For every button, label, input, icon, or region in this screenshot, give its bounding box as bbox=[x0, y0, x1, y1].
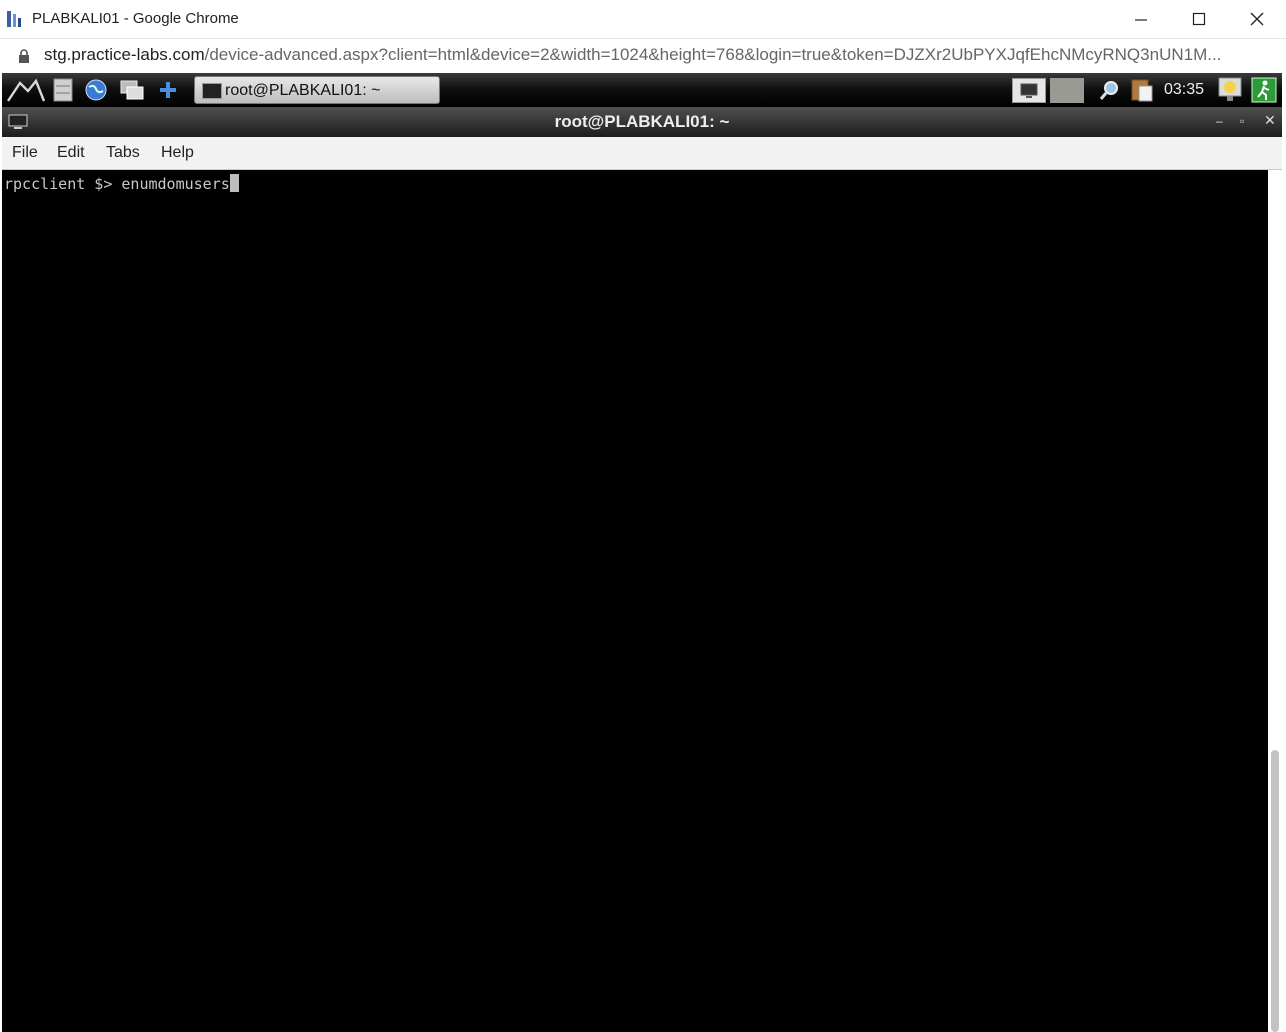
exit-icon bbox=[1251, 77, 1277, 103]
terminal-title-bar[interactable]: root@PLABKALI01: ~ – ▫ ✕ bbox=[2, 107, 1282, 137]
browser-title: PLABKALI01 - Google Chrome bbox=[32, 10, 239, 27]
terminal-menubar: File Edit Tabs Help bbox=[2, 137, 1282, 170]
terminal-input-line[interactable]: rpcclient $> enumdomusers bbox=[4, 174, 239, 193]
add-launcher[interactable] bbox=[154, 77, 182, 103]
terminal-prompt: rpcclient $> bbox=[4, 175, 122, 193]
lightbulb-icon bbox=[1218, 77, 1242, 101]
browser-title-bar: PLABKALI01 - Google Chrome bbox=[0, 0, 1286, 39]
remote-desktop[interactable]: root@PLABKALI01: ~ 03:35 root@PLABKALI01… bbox=[2, 73, 1282, 1032]
menu-file[interactable]: File bbox=[12, 144, 38, 162]
close-button[interactable] bbox=[1228, 0, 1286, 38]
kali-dragon-icon bbox=[7, 78, 46, 102]
plus-icon bbox=[160, 82, 176, 98]
magnifier-icon bbox=[1099, 81, 1118, 100]
menu-tabs[interactable]: Tabs bbox=[106, 144, 140, 162]
address-bar[interactable]: stg.practice-labs.com/device-advanced.as… bbox=[0, 39, 1286, 72]
url-path: /device-advanced.aspx?client=html&device… bbox=[204, 45, 1222, 64]
taskbar-terminal-button[interactable]: root@PLABKALI01: ~ bbox=[194, 76, 440, 104]
power-tray[interactable] bbox=[1216, 77, 1244, 103]
menu-launcher[interactable] bbox=[6, 77, 46, 103]
minimize-icon bbox=[1135, 19, 1147, 21]
url-text[interactable]: stg.practice-labs.com/device-advanced.as… bbox=[44, 45, 1221, 65]
close-icon bbox=[1250, 12, 1264, 26]
windows-stack-icon bbox=[120, 80, 144, 100]
terminal-command: enumdomusers bbox=[121, 175, 230, 193]
workspace-2[interactable] bbox=[1050, 78, 1084, 103]
terminal-maximize-icon[interactable]: ▫ bbox=[1240, 114, 1244, 128]
url-host: stg.practice-labs.com bbox=[44, 45, 205, 64]
menu-edit[interactable]: Edit bbox=[57, 144, 85, 162]
menu-help[interactable]: Help bbox=[161, 144, 194, 162]
file-cabinet-icon bbox=[53, 78, 73, 102]
terminal-close-icon[interactable]: ✕ bbox=[1264, 112, 1276, 129]
logout-button[interactable] bbox=[1250, 77, 1278, 103]
terminal-minimize-icon[interactable]: – bbox=[1216, 114, 1223, 128]
lock-icon bbox=[19, 49, 29, 63]
text-cursor bbox=[229, 174, 239, 192]
desktop-panel: root@PLABKALI01: ~ 03:35 bbox=[2, 73, 1282, 107]
app-icon bbox=[7, 11, 21, 27]
window-edge bbox=[1282, 73, 1286, 1032]
maximize-button[interactable] bbox=[1170, 0, 1228, 38]
workspace-1[interactable] bbox=[1012, 78, 1046, 103]
monitor-icon bbox=[1020, 83, 1038, 98]
maximize-icon bbox=[1192, 12, 1206, 26]
taskbar-terminal-label: root@PLABKALI01: ~ bbox=[225, 82, 381, 99]
clipboard-icon bbox=[1131, 79, 1153, 102]
network-tray[interactable] bbox=[1098, 77, 1122, 103]
terminal-console[interactable]: rpcclient $> enumdomusers bbox=[2, 170, 1268, 1032]
terminal-scrollbar[interactable] bbox=[1268, 170, 1282, 1032]
show-desktop-launcher[interactable] bbox=[118, 77, 146, 103]
terminal-icon bbox=[202, 83, 222, 99]
terminal-title: root@PLABKALI01: ~ bbox=[554, 112, 730, 131]
minimize-button[interactable] bbox=[1112, 0, 1170, 38]
clipboard-tray[interactable] bbox=[1128, 77, 1156, 103]
globe-icon bbox=[85, 79, 107, 101]
panel-clock[interactable]: 03:35 bbox=[1164, 81, 1204, 99]
file-manager-launcher[interactable] bbox=[50, 77, 76, 103]
scrollbar-thumb[interactable] bbox=[1271, 750, 1279, 1032]
browser-launcher[interactable] bbox=[82, 77, 110, 103]
